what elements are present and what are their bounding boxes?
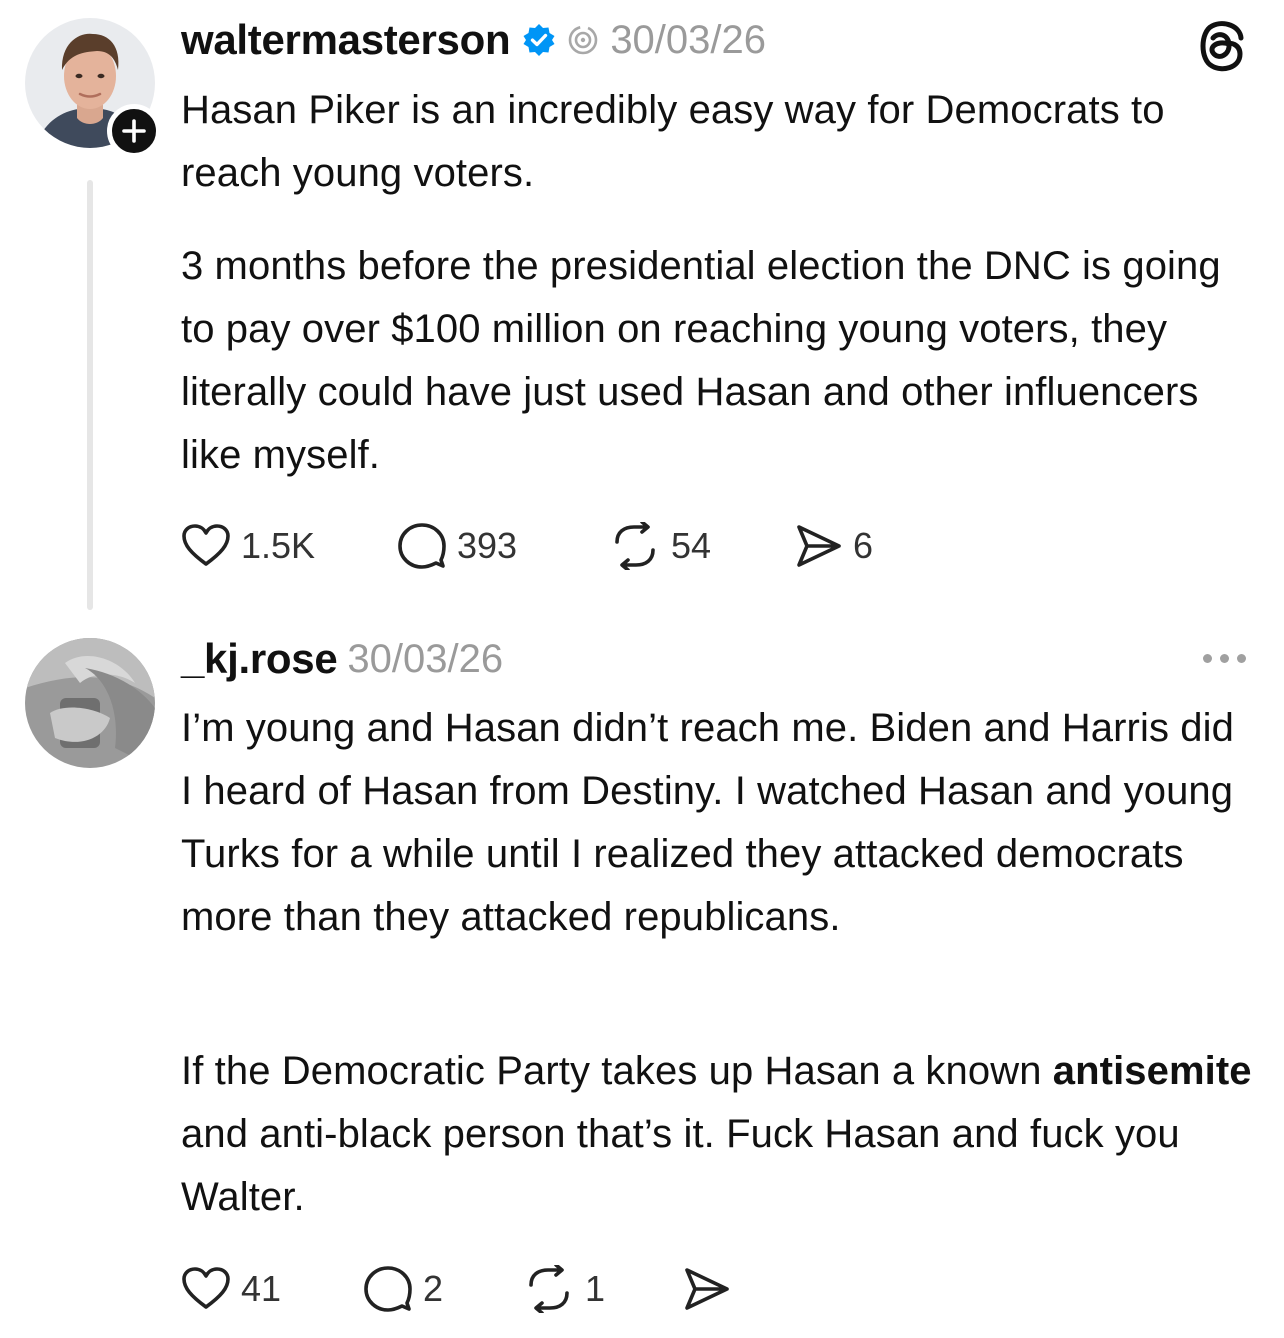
reply-text: If the Democratic Party takes up Hasan a… [181,1049,1053,1093]
more-options-icon[interactable] [1203,654,1246,663]
like-button[interactable]: 1.5K [181,519,315,573]
reply-action-bar: 41 2 1 [181,1262,741,1316]
follow-button[interactable] [107,104,161,158]
reply-paragraph: I’m young and Hasan didn’t reach me. Bid… [181,706,1234,939]
post-date: 30/03/26 [610,17,767,62]
plus-icon [122,119,146,143]
threads-logo-icon [1196,18,1246,79]
reply-paragraph: If the Democratic Party takes up Hasan a… [181,1040,1256,1229]
reply-count: 393 [457,525,518,566]
comment-icon [364,1266,412,1312]
send-icon [797,525,841,567]
activity-icon [566,23,600,57]
reply-date: 30/03/26 [347,636,504,681]
share-button[interactable]: 6 [793,519,873,573]
post-action-bar: 1.5K 393 54 6 [181,519,941,573]
post-paragraph: 3 months before the presidential electio… [181,244,1221,477]
reply-bold-text: antisemite [1052,1049,1252,1093]
reply-text: and anti-black person that’s it. Fuck Ha… [181,1112,1180,1219]
like-button[interactable]: 41 [181,1262,281,1316]
share-button[interactable] [681,1262,731,1316]
post-paragraph: Hasan Piker is an incredibly easy way fo… [181,88,1165,195]
repost-button[interactable]: 54 [609,519,711,573]
avatar[interactable] [25,638,155,768]
repost-count: 54 [671,525,712,566]
heart-icon [182,524,230,566]
username[interactable]: waltermasterson [181,16,511,64]
main-post: waltermasterson 30/03/26 Hasan Piker is … [0,0,1284,620]
reply-count: 2 [423,1268,444,1309]
verified-badge-icon [522,23,556,57]
repost-icon [615,522,655,570]
thread-line [87,180,93,610]
username[interactable]: _kj.rose [181,635,338,683]
repost-count: 1 [585,1268,606,1309]
reply-post: _kj.rose 30/03/26 I’m young and Hasan di… [0,620,1284,1338]
comment-icon [398,523,446,569]
heart-icon [182,1267,230,1309]
reply-button[interactable]: 393 [397,519,517,573]
reply-button[interactable]: 2 [363,1262,443,1316]
repost-button[interactable]: 1 [523,1262,605,1316]
share-count: 6 [853,525,874,566]
like-count: 1.5K [241,525,316,566]
like-count: 41 [241,1268,282,1309]
post-header: waltermasterson 30/03/26 [181,14,766,66]
reply-header: _kj.rose 30/03/26 [181,633,503,685]
send-icon [685,1268,729,1310]
repost-icon [529,1265,569,1313]
